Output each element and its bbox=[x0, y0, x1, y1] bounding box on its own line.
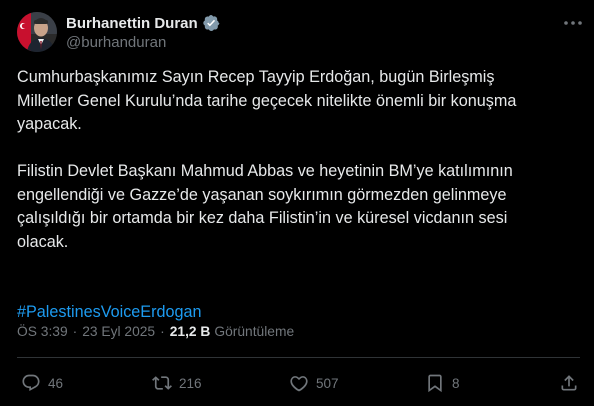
divider bbox=[17, 357, 580, 358]
author-handle[interactable]: @burhanduran bbox=[66, 34, 166, 51]
views-label: Görüntüleme bbox=[214, 324, 295, 339]
meta-separator: · bbox=[72, 324, 78, 339]
author-display-name[interactable]: Burhanettin Duran bbox=[66, 15, 198, 32]
tweet-time[interactable]: ÖS 3:39 bbox=[17, 324, 68, 339]
reply-button[interactable]: 46 bbox=[21, 372, 63, 394]
like-count: 507 bbox=[316, 375, 339, 391]
tweet-hashtag-line: #PalestinesVoiceErdogan bbox=[17, 278, 582, 325]
views-count: 21,2 B bbox=[169, 324, 211, 339]
bookmark-button[interactable]: 8 bbox=[425, 372, 460, 394]
reply-count: 46 bbox=[48, 375, 64, 391]
bookmark-icon bbox=[425, 373, 445, 393]
hashtag-link[interactable]: #PalestinesVoiceErdogan bbox=[17, 303, 202, 321]
avatar-image bbox=[17, 12, 57, 52]
author-name-row: Burhanettin Duran bbox=[66, 13, 220, 33]
bookmark-count: 8 bbox=[452, 375, 460, 391]
share-button[interactable] bbox=[559, 372, 579, 394]
tweet-paragraph-2: Filistin Devlet Başkanı Mahmud Abbas ve … bbox=[17, 162, 513, 251]
tweet-meta: ÖS 3:39 · 23 Eyl 2025 · 21,2 B Görüntüle… bbox=[17, 324, 294, 339]
avatar[interactable] bbox=[17, 12, 57, 52]
meta-separator-2: · bbox=[160, 324, 165, 339]
like-button[interactable]: 507 bbox=[289, 372, 339, 394]
repost-count: 216 bbox=[179, 375, 202, 391]
verified-badge-icon[interactable] bbox=[202, 14, 220, 32]
repost-button[interactable]: 216 bbox=[152, 372, 202, 394]
tweet-date[interactable]: 23 Eyl 2025 bbox=[82, 324, 155, 339]
repost-icon bbox=[152, 373, 172, 393]
tweet-paragraph-1: Cumhurbaşkanımız Sayın Recep Tayyip Erdo… bbox=[17, 68, 517, 133]
reply-icon bbox=[21, 373, 41, 393]
share-icon bbox=[559, 373, 579, 393]
more-dots-icon[interactable] bbox=[562, 14, 584, 32]
heart-icon bbox=[289, 373, 309, 393]
tweet-text: Cumhurbaşkanımız Sayın Recep Tayyip Erdo… bbox=[17, 66, 582, 325]
